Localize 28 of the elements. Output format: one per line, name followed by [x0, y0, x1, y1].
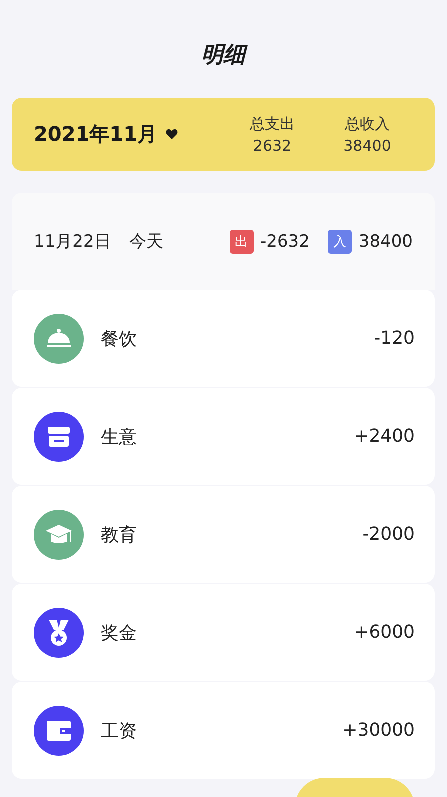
entry-card[interactable]: 工资 +30000	[12, 682, 435, 779]
heart-icon	[166, 129, 178, 140]
income-label: 总收入	[345, 114, 390, 134]
day-income: 38400	[358, 232, 413, 252]
entry-amount: +30000	[342, 720, 415, 741]
category-name: 生意	[101, 426, 138, 448]
day-label: 今天	[129, 231, 164, 253]
entry-card[interactable]: 生意 +2400	[12, 388, 435, 485]
expense-label: 总支出	[250, 114, 295, 134]
category-name: 餐饮	[101, 328, 138, 350]
income-badge: 入	[328, 230, 352, 254]
entry-card[interactable]: 奖金 +6000	[12, 584, 435, 681]
day-expense: -2632	[260, 232, 310, 252]
page-title: 明细	[0, 0, 447, 98]
category-name: 奖金	[101, 622, 138, 644]
entry-card[interactable]: 餐饮 -120	[12, 290, 435, 387]
day-date: 11月22日	[34, 231, 112, 253]
entry-card[interactable]: 教育 -2000	[12, 486, 435, 583]
entry-amount: +2400	[354, 426, 415, 447]
expense-badge: 出	[230, 230, 254, 254]
category-name: 工资	[101, 720, 138, 742]
entry-amount: +6000	[354, 622, 415, 643]
month-picker[interactable]: 2021年11月	[34, 121, 225, 148]
entry-amount: -120	[374, 328, 415, 349]
category-name: 教育	[101, 524, 138, 546]
income-total: 38400	[344, 136, 392, 154]
entry-amount: -2000	[362, 524, 415, 545]
expense-total: 2632	[253, 136, 292, 154]
